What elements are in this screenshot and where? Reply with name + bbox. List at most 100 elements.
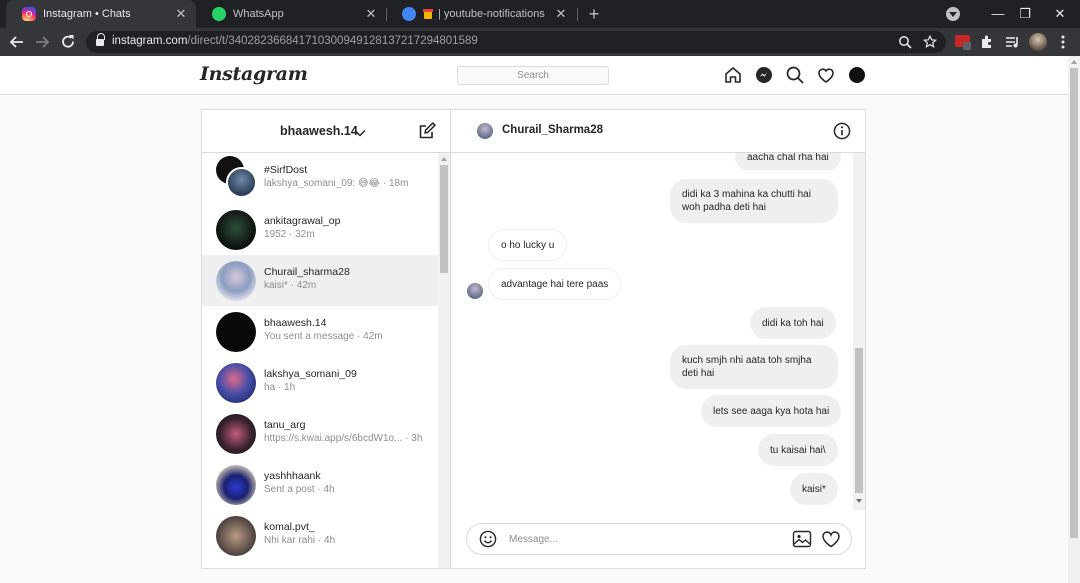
tab-title: WhatsApp [233,8,284,20]
message-thread-scrollbar[interactable] [853,153,865,510]
tab-instagram[interactable]: Instagram • Chats ✕ [6,0,196,28]
thread-list-scrollbar[interactable] [438,153,450,568]
thread-name: tanu_arg [264,419,306,431]
thread-name: bhaawesh.14 [264,317,327,329]
chevron-down-icon[interactable] [354,125,366,137]
thread-preview: ha · 1h [264,382,296,393]
thread-item-selected[interactable]: Churail_sharma28 kaisi* · 42m [202,255,438,306]
like-heart-icon[interactable] [821,530,841,548]
forward-icon[interactable] [32,32,52,52]
scrollbar-thumb[interactable] [1070,68,1078,538]
conversation-name[interactable]: Churail_Sharma28 [502,124,603,136]
image-upload-icon[interactable] [792,530,812,548]
reload-icon[interactable] [58,32,78,52]
messenger-icon[interactable] [754,65,774,85]
avatar [216,261,256,301]
conversation-panel: Churail_Sharma28 aacha chal rha hai didi… [451,110,865,568]
thread-item[interactable]: #SirfDost lakshya_somani_09: 😅😂 · 18m [202,153,438,204]
direct-messages-panel: bhaawesh.14 #SirfDost lakshya_somani_09:… [201,109,866,569]
zoom-icon[interactable] [898,35,912,49]
tab-youtube-notifications[interactable]: | youtube-notifications ✕ [386,0,576,28]
bell-icon [423,7,433,21]
account-switcher[interactable]: bhaawesh.14 [280,124,358,138]
message-bubble-sent[interactable]: didi ka 3 mahina ka chutti hai woh padha… [670,179,838,223]
thread-name: komal.pvt_ [264,521,315,533]
close-tab-icon[interactable]: ✕ [174,7,188,21]
page-scrollbar[interactable] [1068,56,1080,583]
message-bubble-received[interactable]: o ho lucky u [488,229,568,261]
conversation-header: Churail_Sharma28 [451,110,865,153]
group-avatar [216,156,258,200]
home-icon[interactable] [723,65,743,85]
search-input[interactable]: Search [457,66,609,85]
inbox-header: bhaawesh.14 [202,110,451,153]
thread-preview: kaisi* · 42m [264,280,317,291]
close-tab-icon[interactable]: ✕ [554,7,568,21]
scrollbar-thumb[interactable] [855,348,863,493]
message-composer [466,523,852,555]
message-input[interactable] [509,531,769,547]
scroll-up-icon[interactable] [1071,60,1077,64]
minimize-icon[interactable]: — [988,4,1008,24]
back-icon[interactable] [7,32,27,52]
avatar [216,210,256,250]
avatar [216,363,256,403]
thread-preview: https://s.kwai.app/s/6bcdW1o... · 3h [264,433,423,444]
thread-item[interactable]: bhaawesh.14 You sent a message · 42m [202,306,438,357]
avatar [216,312,256,352]
avatar [216,516,256,556]
browser-tab-strip: Instagram • Chats ✕ WhatsApp ✕ | youtube… [0,0,1080,28]
message-bubble-sent[interactable]: kaisi* [790,473,838,505]
avatar [216,465,256,505]
message-bubble-sent[interactable]: tu kaisai hai\ [758,434,838,466]
thread-preview: lakshya_somani_09: 😅😂 · 18m [264,178,409,189]
scroll-up-icon[interactable] [441,157,447,161]
chrome-favicon-icon [402,7,416,21]
whatsapp-favicon-icon [212,7,226,21]
tab-title: | youtube-notifications [438,8,545,20]
tab-separator [577,8,578,21]
info-icon[interactable] [833,122,851,140]
instagram-logo[interactable]: Instagram [200,63,308,85]
instagram-favicon-icon [22,7,36,21]
message-bubble-sent[interactable]: kuch smjh nhi aata toh smjha deti hai [670,345,838,389]
bookmark-star-icon[interactable] [922,34,938,49]
message-bubble-received[interactable]: advantage hai tere paas [488,268,622,300]
profile-avatar[interactable] [1029,33,1047,51]
media-queue-icon[interactable] [1004,33,1022,51]
new-message-icon[interactable] [417,121,437,141]
thread-name: ankitagrawal_op [264,215,341,227]
message-bubble-sent[interactable]: aacha chal rha hai [735,153,841,170]
thread-item[interactable]: komal.pvt_ Nhi kar rahi · 4h [202,510,438,561]
address-bar[interactable]: instagram.com/direct/t/34028236684171030… [86,31,946,53]
profile-avatar[interactable] [849,67,865,83]
chrome-menu-icon[interactable] [1054,33,1072,51]
extensions-puzzle-icon[interactable] [979,33,997,51]
extension-badge-icon[interactable] [954,33,972,51]
thread-name: lakshya_somani_09 [264,368,357,380]
thread-preview: 1952 · 32m [264,229,315,240]
emoji-icon[interactable] [479,530,497,548]
avatar[interactable] [477,123,493,139]
activity-heart-icon[interactable] [816,65,836,85]
sender-avatar [467,283,483,299]
avatar [216,414,256,454]
message-bubble-sent[interactable]: lets see aaga kya hota hai [701,395,842,427]
new-tab-icon[interactable]: + [584,4,604,24]
thread-item[interactable]: tanu_arg https://s.kwai.app/s/6bcdW1o...… [202,408,438,459]
tab-whatsapp[interactable]: WhatsApp ✕ [196,0,386,28]
maximize-icon[interactable]: ❐ [1015,4,1035,24]
thread-item[interactable]: ankitagrawal_op 1952 · 32m [202,204,438,255]
scrollbar-thumb[interactable] [440,165,448,273]
thread-item[interactable]: lakshya_somani_09 ha · 1h [202,357,438,408]
message-bubble-sent[interactable]: didi ka toh hai [750,307,836,339]
tab-search-icon[interactable] [946,7,960,21]
thread-list: #SirfDost lakshya_somani_09: 😅😂 · 18m an… [202,153,438,568]
scroll-down-icon[interactable] [856,499,862,503]
thread-item[interactable]: yashhhaank Sent a post · 4h [202,459,438,510]
thread-name: #SirfDost [264,164,308,176]
explore-search-icon[interactable] [785,65,805,85]
close-tab-icon[interactable]: ✕ [364,7,378,21]
thread-preview: You sent a message · 42m [264,331,383,342]
close-window-icon[interactable]: ✕ [1050,4,1070,24]
